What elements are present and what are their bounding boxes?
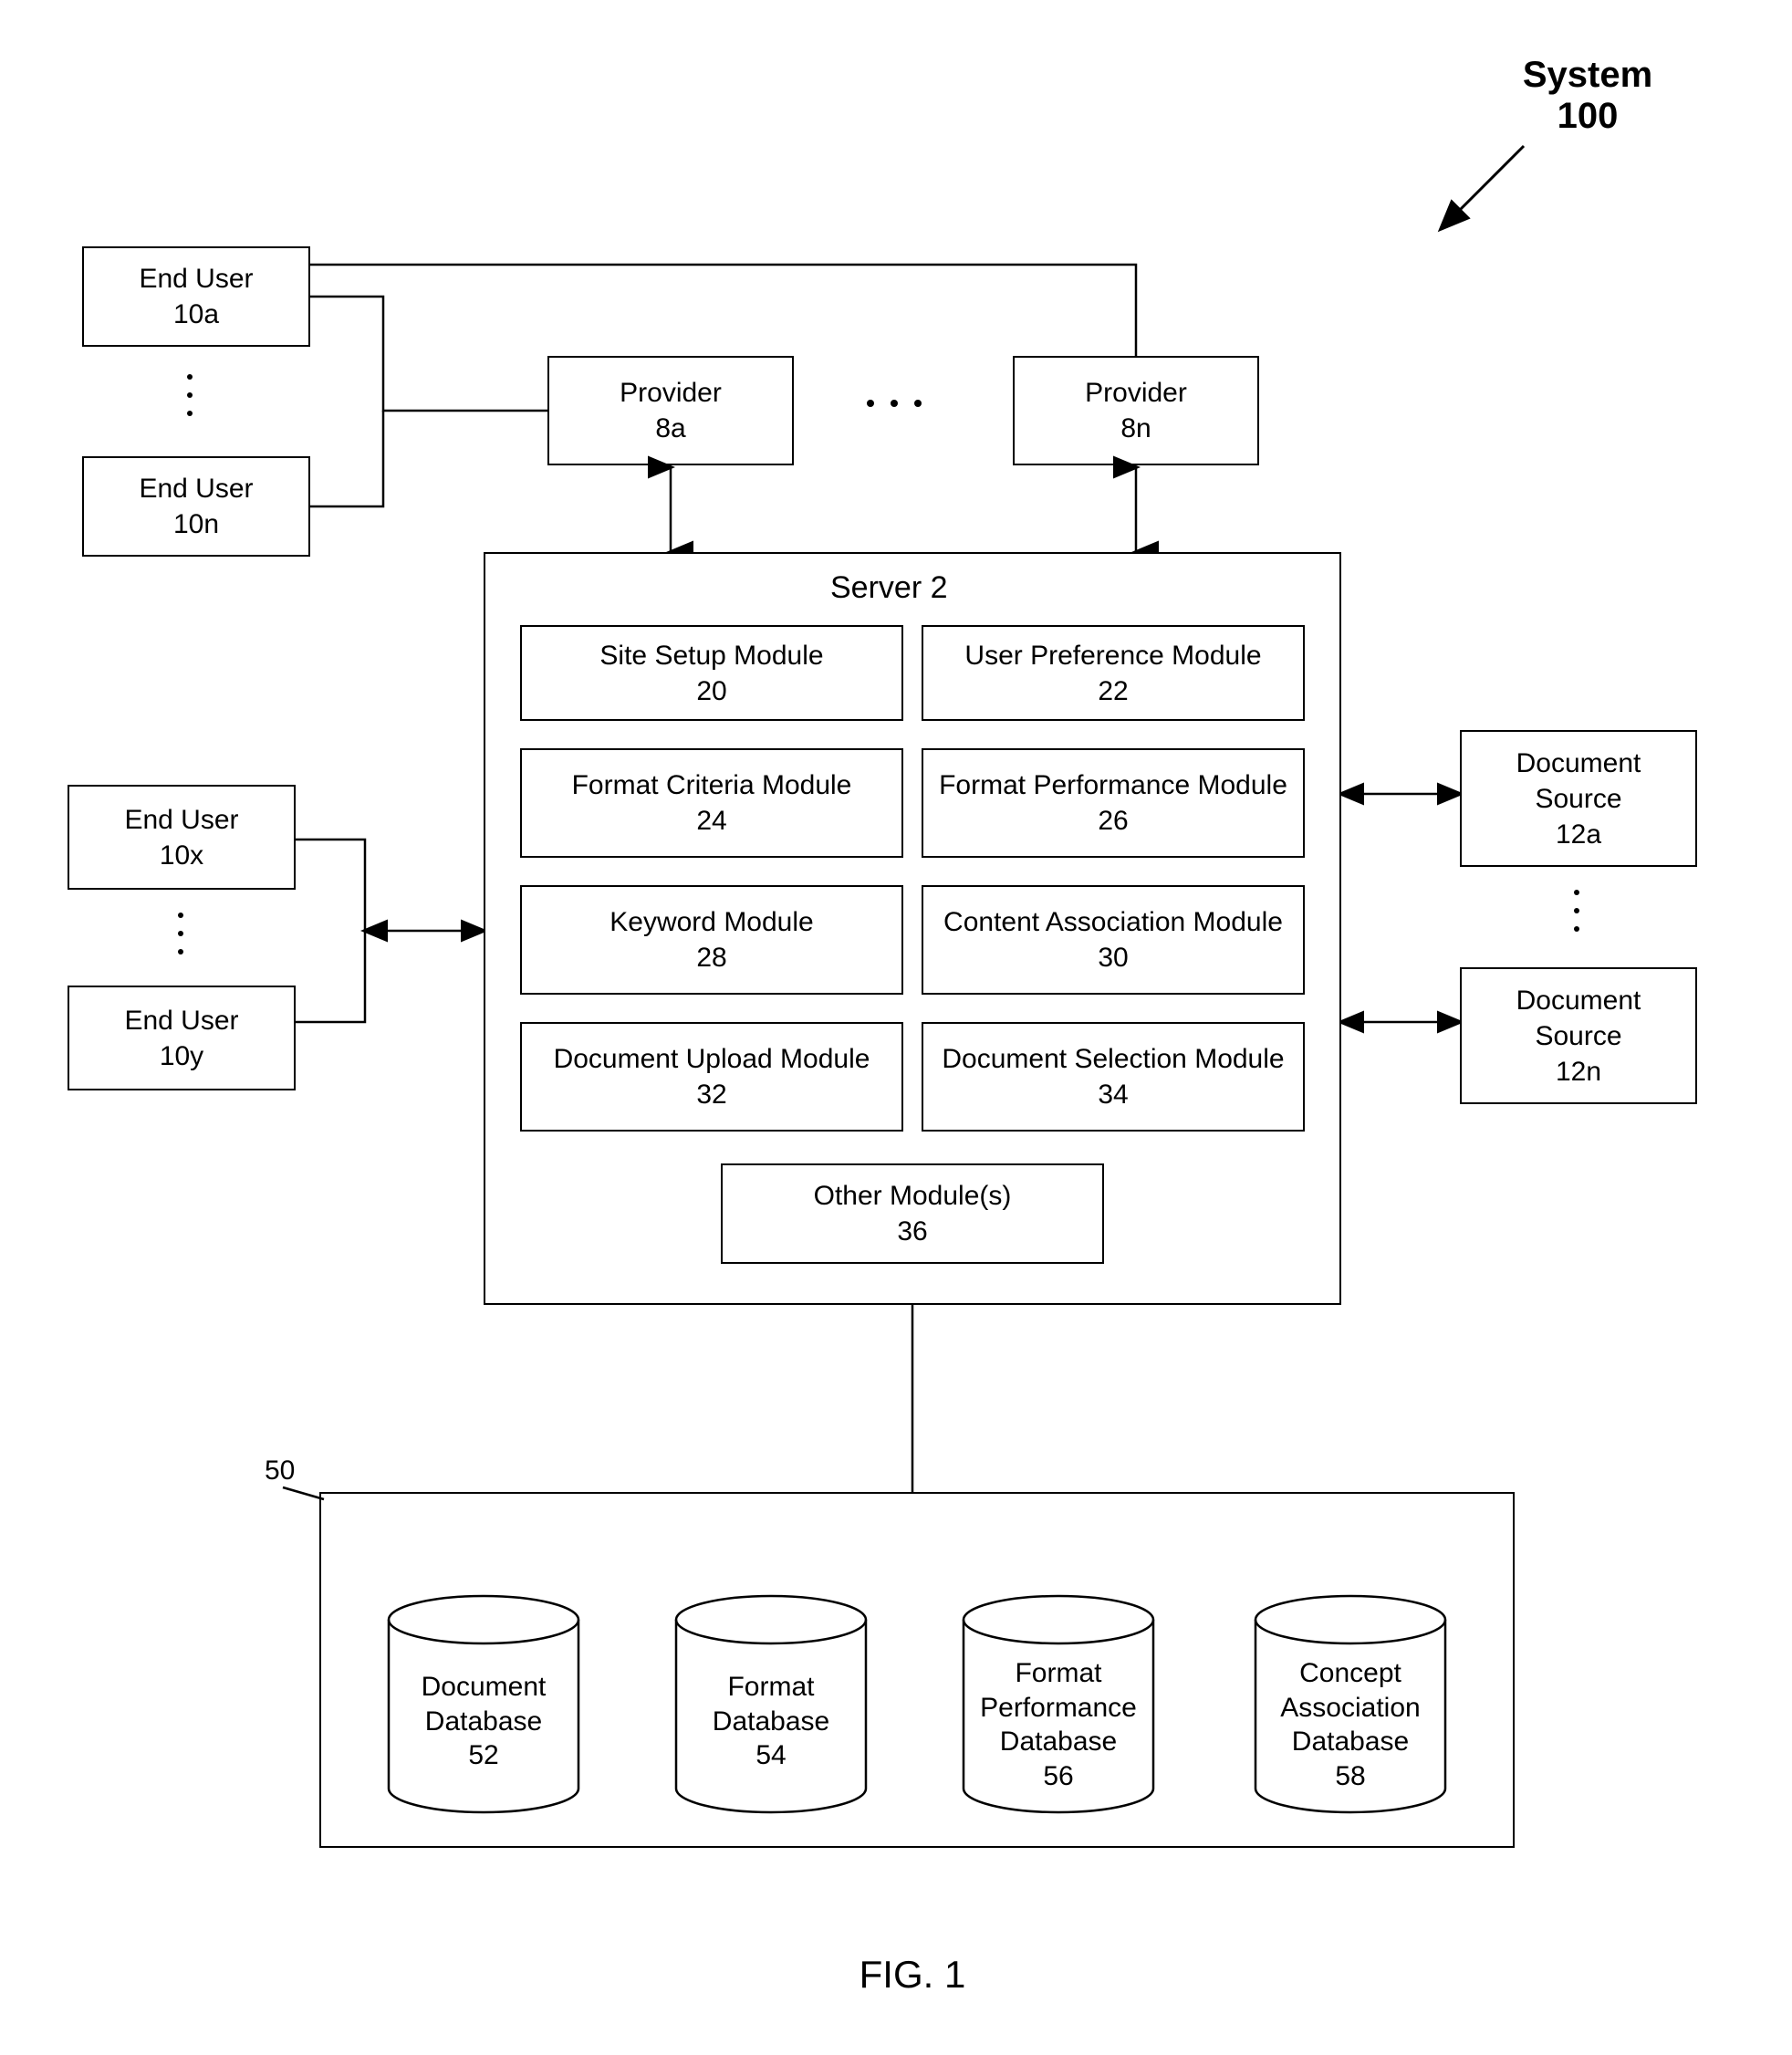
module-format-crit-num: 24 (696, 803, 726, 839)
db-format-l1: Format (671, 1670, 871, 1705)
db-format-perf-l2: Performance (958, 1691, 1159, 1726)
db-concept-l2: Association (1250, 1691, 1451, 1726)
db-format-l2: Database (671, 1705, 871, 1739)
doc-source-12n-l1: Document (1516, 983, 1641, 1018)
module-keyword-num: 28 (696, 940, 726, 975)
module-doc-upload-label: Document Upload Module (554, 1041, 870, 1077)
db-format-num: 54 (671, 1738, 871, 1773)
module-format-perf-label: Format Performance Module (939, 767, 1287, 803)
module-user-pref: User Preference Module 22 (922, 625, 1305, 721)
module-format-crit-label: Format Criteria Module (572, 767, 852, 803)
box-doc-source-12n: Document Source 12n (1460, 967, 1697, 1104)
module-keyword-label: Keyword Module (609, 904, 813, 940)
db-document-l2: Database (383, 1705, 584, 1739)
module-format-crit: Format Criteria Module 24 (520, 748, 903, 858)
module-other-label: Other Module(s) (814, 1178, 1012, 1214)
module-other: Other Module(s) 36 (721, 1163, 1104, 1264)
module-format-perf: Format Performance Module 26 (922, 748, 1305, 858)
vdots-docsources (1574, 890, 1579, 932)
box-provider-8n: Provider 8n (1013, 356, 1259, 465)
box-end-user-10a: End User 10a (82, 246, 310, 347)
doc-source-12n-num: 12n (1556, 1054, 1601, 1090)
module-content-assoc: Content Association Module 30 (922, 885, 1305, 995)
module-site-setup-num: 20 (696, 673, 726, 709)
module-doc-upload-num: 32 (696, 1077, 726, 1112)
end-user-10a-num: 10a (173, 297, 219, 332)
system-num: 100 (1496, 96, 1679, 137)
provider-8n-num: 8n (1120, 411, 1151, 446)
box-end-user-10n: End User 10n (82, 456, 310, 557)
box-end-user-10x: End User 10x (68, 785, 296, 890)
end-user-10y-label: End User (124, 1003, 238, 1038)
module-site-setup: Site Setup Module 20 (520, 625, 903, 721)
db-concept-l3: Database (1250, 1725, 1451, 1759)
db-group-num: 50 (265, 1455, 295, 1486)
module-doc-select: Document Selection Module 34 (922, 1022, 1305, 1132)
db-format-perf-num: 56 (958, 1759, 1159, 1794)
db-document-num: 52 (383, 1738, 584, 1773)
module-doc-select-label: Document Selection Module (942, 1041, 1284, 1077)
db-document-l1: Document (383, 1670, 584, 1705)
db-concept-assoc: Concept Association Database 58 (1250, 1592, 1451, 1820)
doc-source-12a-l2: Source (1535, 781, 1621, 817)
db-format: Format Database 54 (671, 1592, 871, 1820)
end-user-10x-num: 10x (160, 838, 203, 873)
end-user-10n-num: 10n (173, 506, 219, 542)
box-provider-8a: Provider 8a (547, 356, 794, 465)
server-title: Server 2 (830, 570, 948, 606)
db-format-perf-l1: Format (958, 1656, 1159, 1691)
doc-source-12a-num: 12a (1556, 817, 1601, 852)
doc-source-12a-l1: Document (1516, 746, 1641, 781)
db-format-perf: Format Performance Database 56 (958, 1592, 1159, 1820)
db-concept-num: 58 (1250, 1759, 1451, 1794)
module-user-pref-num: 22 (1098, 673, 1128, 709)
box-doc-source-12a: Document Source 12a (1460, 730, 1697, 867)
vdots-endusers-mid (178, 913, 183, 954)
module-content-assoc-label: Content Association Module (943, 904, 1283, 940)
provider-8a-num: 8a (655, 411, 685, 446)
figure-label: FIG. 1 (821, 1953, 1004, 1997)
db-document: Document Database 52 (383, 1592, 584, 1820)
system-title-text: System (1496, 55, 1679, 96)
end-user-10y-num: 10y (160, 1038, 203, 1074)
end-user-10n-label: End User (139, 471, 253, 506)
module-doc-upload: Document Upload Module 32 (520, 1022, 903, 1132)
module-site-setup-label: Site Setup Module (599, 638, 823, 673)
vdots-endusers-top (187, 374, 193, 416)
db-format-perf-l3: Database (958, 1725, 1159, 1759)
system-arrow (1423, 137, 1533, 246)
doc-source-12n-l2: Source (1535, 1018, 1621, 1054)
box-end-user-10y: End User 10y (68, 986, 296, 1090)
module-keyword: Keyword Module 28 (520, 885, 903, 995)
db-concept-l1: Concept (1250, 1656, 1451, 1691)
module-doc-select-num: 34 (1098, 1077, 1128, 1112)
provider-8n-label: Provider (1085, 375, 1187, 411)
end-user-10a-label: End User (139, 261, 253, 297)
hdots-providers (867, 400, 922, 407)
module-format-perf-num: 26 (1098, 803, 1128, 839)
module-content-assoc-num: 30 (1098, 940, 1128, 975)
provider-8a-label: Provider (620, 375, 722, 411)
module-user-pref-label: User Preference Module (964, 638, 1261, 673)
module-other-num: 36 (897, 1214, 927, 1249)
system-title: System 100 (1496, 55, 1679, 137)
end-user-10x-label: End User (124, 802, 238, 838)
